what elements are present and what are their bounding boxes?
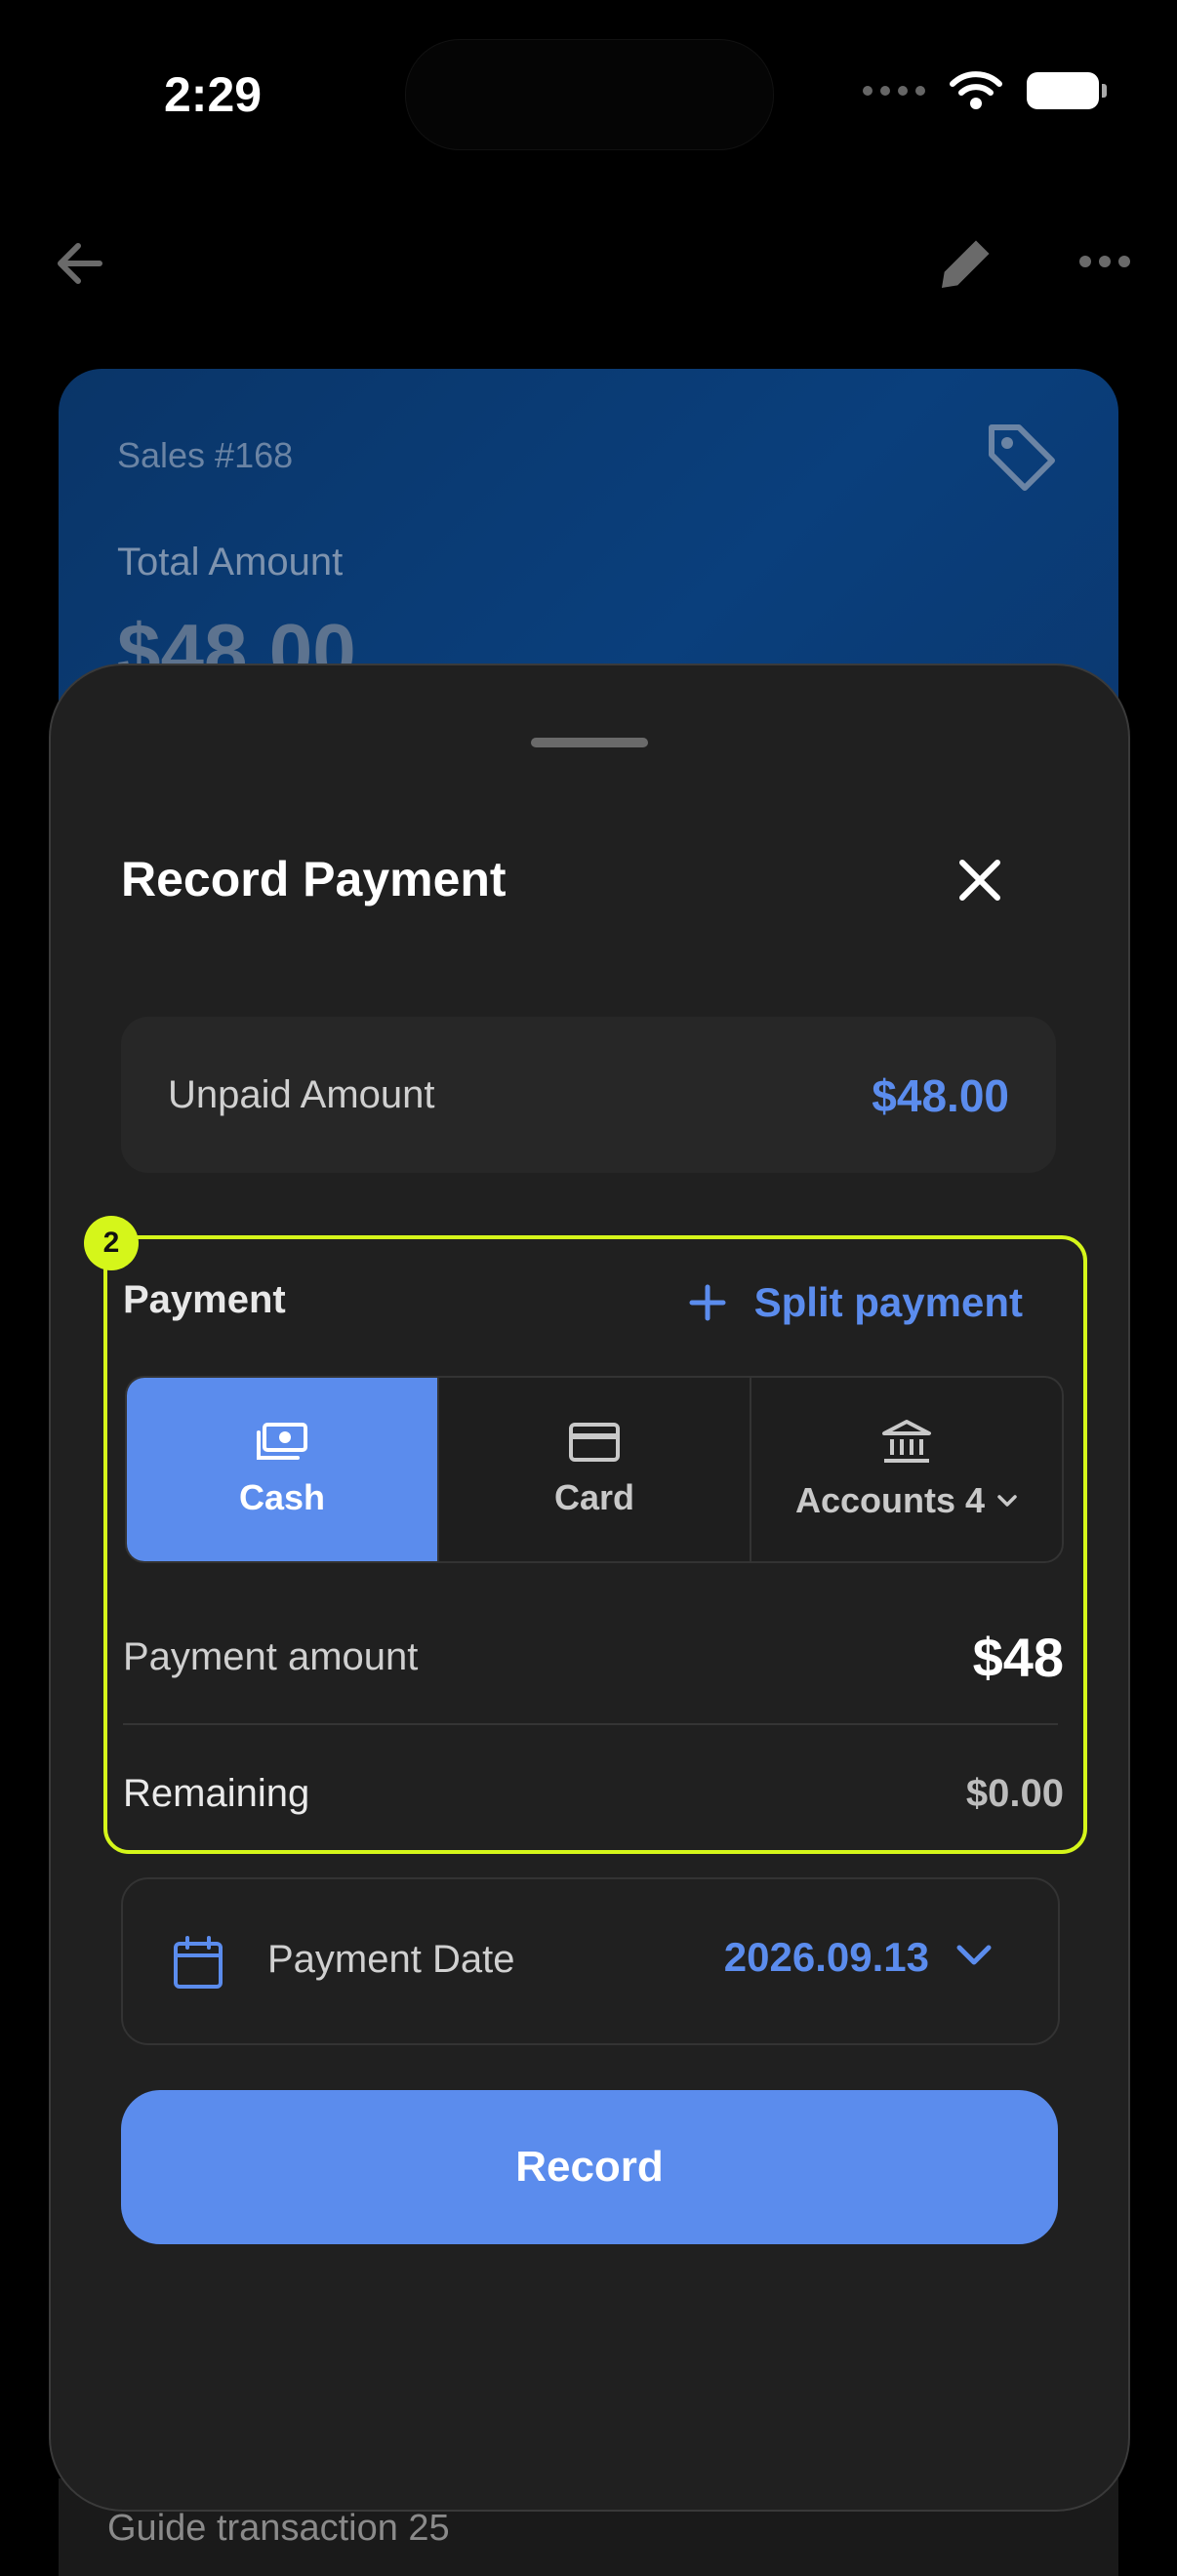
remaining-label: Remaining bbox=[123, 1772, 310, 1815]
total-amount-label: Total Amount bbox=[117, 541, 344, 584]
payment-method-accounts[interactable]: Accounts 4 bbox=[751, 1378, 1062, 1561]
payment-method-label: Card bbox=[553, 1477, 635, 1517]
payment-method-cash[interactable]: Cash bbox=[127, 1378, 439, 1561]
tag-icon bbox=[989, 424, 1055, 491]
top-nav bbox=[0, 215, 1177, 312]
card-icon bbox=[569, 1423, 620, 1462]
unpaid-amount-box: Unpaid Amount $48.00 bbox=[121, 1017, 1056, 1173]
edit-pencil-icon[interactable] bbox=[935, 232, 997, 295]
back-arrow-icon[interactable] bbox=[51, 234, 109, 293]
payment-method-label: Accounts 4 bbox=[794, 1480, 986, 1520]
cash-icon bbox=[257, 1423, 307, 1460]
wifi-icon bbox=[950, 71, 1002, 109]
status-time: 2:29 bbox=[164, 67, 263, 122]
payment-amount-input[interactable]: $48 bbox=[973, 1626, 1064, 1689]
split-payment-label: Split payment bbox=[753, 1279, 1023, 1325]
highlight-badge: 2 bbox=[84, 1216, 139, 1270]
close-icon[interactable] bbox=[951, 851, 1009, 909]
payment-section: 2 Payment Split payment Cash Card Accoun… bbox=[84, 1216, 1087, 1854]
dynamic-island bbox=[405, 39, 774, 150]
signal-icon bbox=[863, 86, 925, 96]
sheet-drag-handle[interactable] bbox=[531, 738, 648, 747]
more-options-icon[interactable] bbox=[1077, 242, 1132, 281]
sheet-title: Record Payment bbox=[121, 852, 507, 906]
record-payment-sheet: Record Payment Unpaid Amount $48.00 2 Pa… bbox=[49, 664, 1130, 2512]
chevron-down-icon bbox=[997, 1495, 1017, 1507]
unpaid-amount-value: $48.00 bbox=[872, 1070, 1009, 1121]
payment-method-label: Cash bbox=[238, 1477, 326, 1517]
unpaid-amount-label: Unpaid Amount bbox=[168, 1073, 435, 1116]
payment-date-value: 2026.09.13 bbox=[723, 1934, 929, 1980]
plus-icon bbox=[689, 1284, 726, 1321]
status-icons bbox=[863, 70, 1107, 111]
record-button-label: Record bbox=[515, 2143, 664, 2191]
payment-method-card[interactable]: Card bbox=[439, 1378, 751, 1561]
divider bbox=[123, 1723, 1058, 1725]
bank-icon bbox=[882, 1420, 931, 1463]
sales-id: Sales #168 bbox=[117, 435, 294, 475]
payment-date-picker[interactable]: Payment Date 2026.09.13 bbox=[121, 1877, 1060, 2045]
battery-icon bbox=[1027, 72, 1107, 109]
accounts-row: Accounts 4 bbox=[795, 1480, 1018, 1521]
record-button[interactable]: Record bbox=[121, 2090, 1058, 2244]
split-payment-button[interactable]: Split payment bbox=[688, 1268, 1023, 1337]
payment-method-selector: Cash Card Accounts 4 bbox=[125, 1376, 1064, 1563]
calendar-icon bbox=[174, 1936, 223, 1989]
payment-date-label: Payment Date bbox=[267, 1938, 515, 1981]
list-item-text: Guide transaction 25 bbox=[107, 2508, 450, 2549]
chevron-down-icon bbox=[956, 1945, 992, 1965]
payment-amount-row: Payment amount $48 bbox=[123, 1606, 1064, 1704]
status-bar: 2:29 bbox=[0, 0, 1177, 185]
payment-title: Payment bbox=[123, 1278, 286, 1321]
payment-amount-label: Payment amount bbox=[123, 1635, 419, 1678]
remaining-value: $0.00 bbox=[965, 1772, 1064, 1815]
